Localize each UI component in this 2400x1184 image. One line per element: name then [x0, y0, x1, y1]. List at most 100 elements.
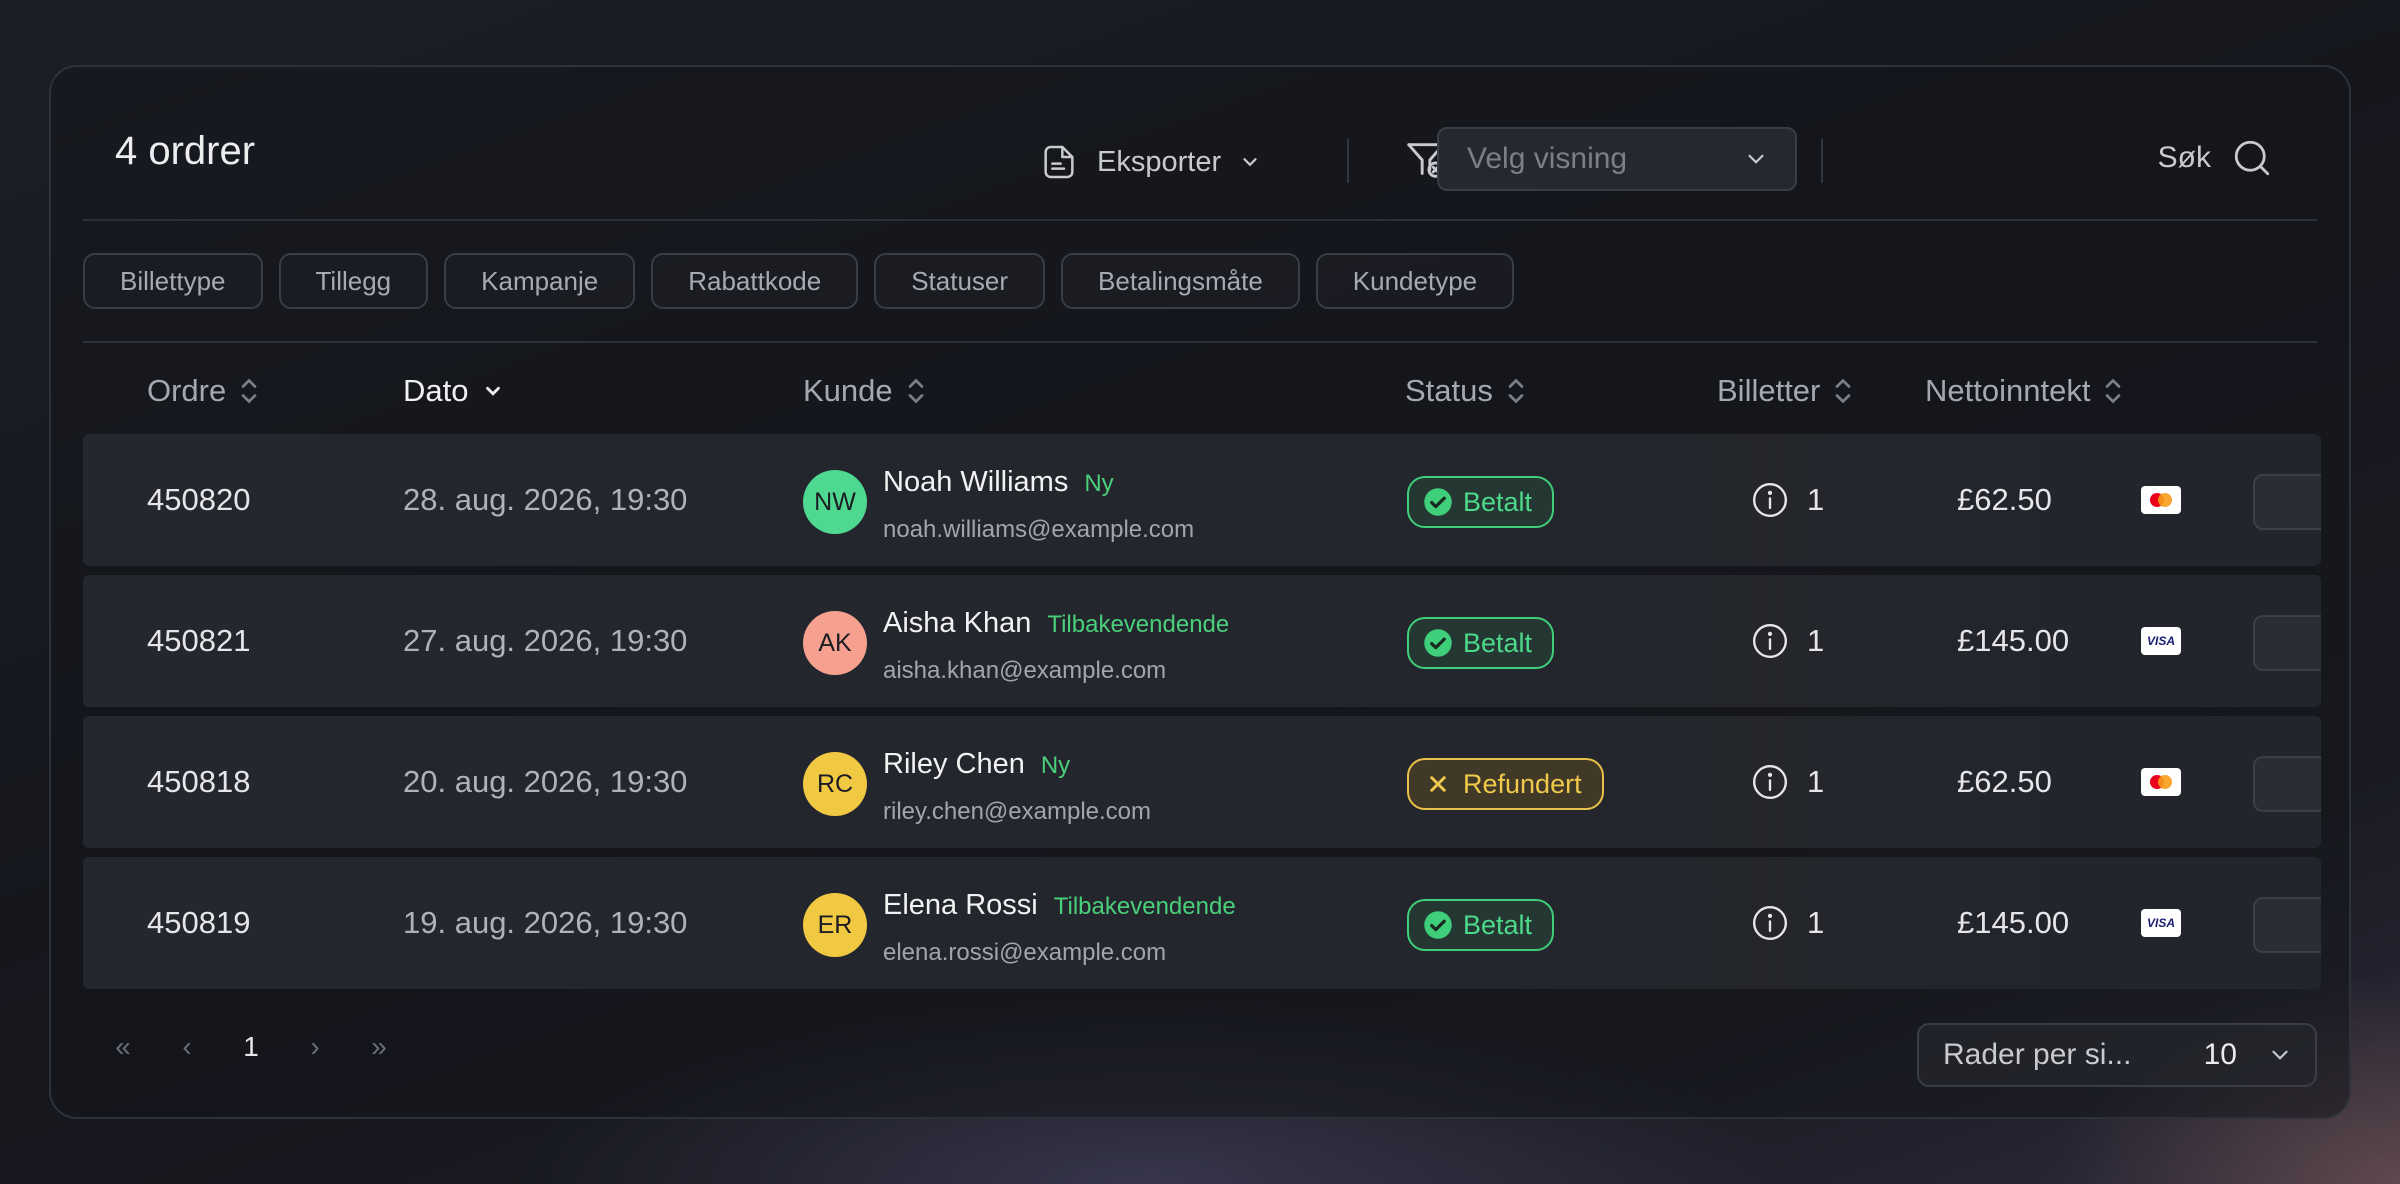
customer-email: elena.rossi@example.com	[883, 939, 1167, 966]
check-circle-icon	[1424, 629, 1452, 657]
column-header-net-revenue[interactable]: Nettoinntekt	[1925, 369, 2122, 413]
toolbar-divider	[1347, 139, 1349, 183]
tickets-cell: 1	[1751, 575, 1824, 707]
next-page-button[interactable]: ›	[283, 1031, 347, 1063]
sort-icon	[1508, 378, 1524, 404]
customer-email: riley.chen@example.com	[883, 798, 1152, 825]
avatar: ER	[803, 893, 867, 957]
filter-chip-billettype[interactable]: Billettype	[83, 253, 263, 309]
last-page-button[interactable]: »	[347, 1031, 411, 1063]
sort-icon	[908, 378, 923, 404]
export-label: Eksporter	[1097, 145, 1222, 178]
avatar: AK	[803, 611, 867, 675]
order-number[interactable]: 450818	[147, 716, 250, 848]
tickets-count: 1	[1807, 764, 1825, 799]
view-select[interactable]: Velg visning	[1437, 127, 1797, 191]
sort-desc-icon	[486, 386, 501, 396]
visa-card-icon: VISA	[2141, 909, 2181, 937]
table-row[interactable]: 450820 28. aug. 2026, 19:30 NW Noah William…	[83, 434, 2321, 566]
customer-type-tag: Tilbakevendende	[1047, 611, 1230, 638]
search-button[interactable]: Søk	[2158, 137, 2273, 179]
pagination: « ‹ 1 › »	[91, 1031, 411, 1063]
rows-per-page-value: 10	[2203, 1038, 2237, 1071]
status-label: Betalt	[1463, 486, 1533, 517]
status-badge: Betalt	[1407, 899, 1555, 951]
avatar-initials: ER	[817, 910, 853, 939]
filter-chip-kampanje[interactable]: Kampanje	[444, 253, 636, 309]
chevron-down-icon	[1243, 158, 1257, 167]
page-title: 4 ordrer	[115, 129, 256, 173]
customer-email: aisha.khan@example.com	[883, 657, 1167, 684]
check-circle-icon	[1424, 488, 1452, 516]
rows-per-page-select[interactable]: Rader per si... 10	[1917, 1023, 2317, 1087]
column-header-tickets[interactable]: Billetter	[1717, 369, 1852, 413]
info-icon[interactable]	[1751, 622, 1789, 660]
customer-type-tag: Ny	[1084, 470, 1114, 497]
info-icon[interactable]	[1751, 481, 1789, 519]
net-revenue: £62.50	[1957, 482, 2052, 517]
column-label: Ordre	[147, 373, 227, 408]
status-label: Betalt	[1463, 627, 1533, 658]
filter-chip-statuser[interactable]: Statuser	[874, 253, 1046, 309]
rows-per-page-label: Rader per si...	[1943, 1038, 2132, 1071]
view-order-button[interactable]: Vis	[2253, 897, 2321, 953]
view-order-button[interactable]: Vis	[2253, 474, 2321, 530]
visa-card-icon: VISA	[2141, 627, 2181, 655]
column-header-order[interactable]: Ordre	[147, 369, 258, 413]
tickets-cell: 1	[1751, 434, 1824, 566]
column-header-customer[interactable]: Kunde	[803, 369, 925, 413]
status-label: Refundert	[1463, 768, 1582, 799]
view-order-button[interactable]: Vis	[2253, 756, 2321, 812]
net-revenue: £145.00	[1957, 623, 2070, 658]
customer-name-line: Riley Chen Ny	[883, 748, 1070, 781]
customer-name[interactable]: Elena Rossi	[883, 889, 1038, 922]
order-number[interactable]: 450819	[147, 857, 250, 989]
column-header-status[interactable]: Status	[1405, 369, 1525, 413]
order-number[interactable]: 450821	[147, 575, 250, 707]
current-page[interactable]: 1	[219, 1031, 283, 1063]
avatar: NW	[803, 470, 867, 534]
filter-chip-rabattkode[interactable]: Rabattkode	[651, 253, 859, 309]
filter-chips: Billettype Tillegg Kampanje Rabattkode S…	[83, 253, 1515, 309]
table-row[interactable]: 450821 27. aug. 2026, 19:30 AK Aisha Khan Ti…	[83, 575, 2321, 707]
customer-type-tag: Tilbakevendende	[1053, 893, 1236, 920]
column-label: Nettoinntekt	[1925, 373, 2091, 408]
close-icon	[1430, 776, 1446, 792]
view-select-placeholder: Velg visning	[1467, 142, 1628, 175]
column-label: Status	[1405, 373, 1493, 408]
first-page-button[interactable]: «	[91, 1031, 155, 1063]
customer-name[interactable]: Riley Chen	[883, 748, 1025, 781]
column-header-date[interactable]: Dato	[403, 369, 504, 413]
avatar-initials: RC	[816, 769, 854, 798]
order-date: 27. aug. 2026, 19:30	[403, 623, 688, 658]
toolbar-divider	[1821, 139, 1823, 183]
filter-chip-kundetype[interactable]: Kundetype	[1315, 253, 1515, 309]
document-icon	[1044, 145, 1074, 179]
customer-name[interactable]: Aisha Khan	[883, 607, 1031, 640]
customer-type-tag: Ny	[1040, 752, 1071, 779]
chevron-down-icon	[2272, 1050, 2288, 1060]
view-order-button[interactable]: Vis	[2253, 615, 2321, 671]
table-row[interactable]: 450818 20. aug. 2026, 19:30 RC Riley Chen Ny…	[83, 716, 2321, 848]
prev-page-button[interactable]: ‹	[155, 1031, 219, 1063]
filter-chip-tillegg[interactable]: Tillegg	[278, 253, 429, 309]
order-number[interactable]: 450820	[147, 434, 250, 566]
mastercard-icon	[2141, 768, 2181, 796]
customer-name[interactable]: Noah Williams	[883, 466, 1068, 499]
table-row[interactable]: 450819 19. aug. 2026, 19:30 ER Elena Rossi T…	[83, 857, 2321, 989]
tickets-count: 1	[1807, 482, 1825, 517]
sort-icon	[1836, 378, 1851, 404]
sort-icon	[241, 378, 257, 404]
tickets-cell: 1	[1751, 857, 1824, 989]
sort-icon	[2106, 378, 2121, 404]
customer-email: noah.williams@example.com	[883, 516, 1195, 543]
order-date: 19. aug. 2026, 19:30	[403, 905, 688, 940]
status-badge: Refundert	[1407, 758, 1604, 810]
info-icon[interactable]	[1751, 763, 1789, 801]
info-icon[interactable]	[1751, 904, 1789, 942]
tickets-count: 1	[1807, 623, 1825, 658]
column-label: Kunde	[803, 373, 893, 408]
export-button[interactable]: Eksporter	[1039, 139, 1261, 185]
filter-chip-betalingsmate[interactable]: Betalingsmåte	[1061, 253, 1300, 309]
visa-card-label: VISA	[2146, 916, 2175, 930]
